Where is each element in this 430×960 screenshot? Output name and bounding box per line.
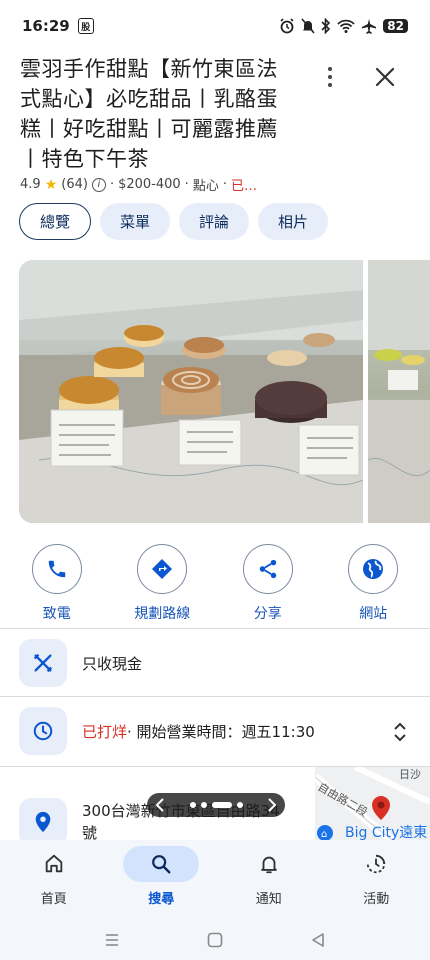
tab-photos[interactable]: 相片 — [258, 203, 329, 240]
payment-info: 只收現金 — [82, 654, 143, 673]
globe-icon — [363, 559, 384, 579]
pager-dot — [236, 802, 243, 808]
nav-label: 搜尋 — [148, 892, 175, 907]
stock-app-icon: 股 — [77, 18, 94, 34]
share-button[interactable]: 分享 — [223, 544, 313, 623]
tab-menu[interactable]: 菜單 — [100, 203, 171, 240]
meta-separator: · — [109, 177, 115, 192]
dessert-case-photo-2 — [368, 260, 430, 523]
action-buttons: 致電 規劃路線 分享 網站 — [0, 544, 430, 623]
bluetooth-icon — [321, 18, 331, 34]
tab-reviews[interactable]: 評論 — [179, 203, 250, 240]
map-poi-label: Big City遠東 — [345, 825, 427, 841]
home-icon — [45, 854, 62, 873]
restaurant-icon — [33, 653, 53, 673]
pager-dot — [189, 802, 196, 808]
pager-dot — [200, 802, 207, 808]
expand-icon[interactable] — [392, 721, 408, 743]
rating-value: 4.9 — [20, 177, 41, 192]
open-status: 已… — [230, 179, 257, 194]
review-count[interactable]: (64) — [61, 177, 88, 192]
star-icon: ★ — [44, 176, 58, 193]
svg-text:⌂: ⌂ — [321, 829, 327, 840]
website-button[interactable]: 網站 — [328, 544, 418, 623]
meta-separator: · — [184, 177, 189, 192]
close-icon[interactable] — [372, 64, 398, 90]
dessert-case-photo — [19, 260, 363, 523]
phone-icon — [48, 560, 65, 578]
nav-notifications[interactable]: 通知 — [224, 846, 314, 907]
map-district-label: 日沙 — [399, 768, 421, 781]
photo-pager[interactable] — [147, 793, 285, 817]
payment-row[interactable]: 只收現金 — [0, 639, 430, 687]
action-label: 致電 — [42, 606, 71, 622]
system-navigation — [0, 920, 430, 960]
bottom-navigation: 首頁 搜尋 通知 活動 — [0, 840, 430, 920]
bell-icon — [260, 856, 277, 874]
call-button[interactable]: 致電 — [12, 544, 102, 623]
hours-info: 已打烊· 開始營業時間：週五11:30 — [82, 721, 315, 742]
share-icon — [259, 559, 276, 579]
location-pin-icon — [35, 811, 51, 833]
chevron-right-icon[interactable] — [267, 798, 277, 812]
hours-row[interactable]: 已打烊· 開始營業時間：週五11:30 — [0, 707, 430, 755]
clock-icon — [33, 721, 53, 741]
action-label: 分享 — [253, 606, 282, 622]
alarm-icon — [280, 18, 294, 34]
recent-apps-icon[interactable] — [103, 931, 121, 949]
nav-label: 活動 — [363, 892, 390, 907]
nav-label: 首頁 — [40, 892, 67, 907]
battery-indicator: 82 — [383, 19, 408, 33]
mute-icon — [301, 18, 315, 34]
directions-icon — [152, 559, 173, 579]
directions-button[interactable]: 規劃路線 — [117, 544, 207, 623]
action-label: 規劃路線 — [134, 606, 191, 622]
place-meta: 4.9 ★ (64) i · $200-400 · 點心 · 已… — [20, 175, 410, 195]
status-time: 16:29 — [22, 17, 70, 35]
hours-detail: · 開始營業時間：週五11:30 — [127, 722, 315, 741]
tab-overview[interactable]: 總覽 — [19, 203, 92, 240]
nav-activity[interactable]: 活動 — [331, 846, 421, 907]
category: 點心 — [192, 179, 219, 194]
meta-separator: · — [222, 177, 227, 192]
map-preview: 自由路二段 日沙 ⌂ Big City遠東 — [315, 767, 430, 842]
info-icon[interactable]: i — [91, 177, 106, 192]
nav-home[interactable]: 首頁 — [9, 846, 99, 907]
pager-dot-active — [211, 802, 232, 808]
divider — [0, 628, 430, 629]
place-photo-secondary[interactable] — [368, 260, 430, 523]
wifi-icon — [337, 19, 355, 33]
closed-status: 已打烊 — [82, 722, 128, 741]
map-thumbnail[interactable]: 自由路二段 日沙 ⌂ Big City遠東 — [315, 767, 430, 842]
activity-icon — [367, 854, 386, 874]
place-photo-main[interactable] — [19, 260, 363, 523]
search-icon — [152, 855, 171, 874]
price-range: $200-400 — [118, 177, 181, 192]
home-button-icon[interactable] — [206, 931, 224, 949]
status-bar: 16:29 股 82 — [0, 0, 430, 52]
more-options-button[interactable] — [320, 62, 340, 92]
airplane-icon — [362, 19, 377, 34]
nav-search[interactable]: 搜尋 — [116, 846, 206, 907]
place-title: 雲羽手作甜點【新竹東區法式點心】必吃甜品丨乳酪蛋糕丨好吃甜點丨可麗露推薦丨特色下… — [20, 57, 278, 171]
chevron-left-icon[interactable] — [155, 798, 165, 812]
place-tabs: 總覽 菜單 評論 相片 — [19, 203, 329, 240]
action-label: 網站 — [359, 606, 388, 622]
place-header: 雲羽手作甜點【新竹東區法式點心】必吃甜品丨乳酪蛋糕丨好吃甜點丨可麗露推薦丨特色下… — [20, 54, 410, 194]
divider — [0, 696, 430, 697]
nav-label: 通知 — [255, 892, 282, 907]
back-icon[interactable] — [309, 931, 327, 949]
